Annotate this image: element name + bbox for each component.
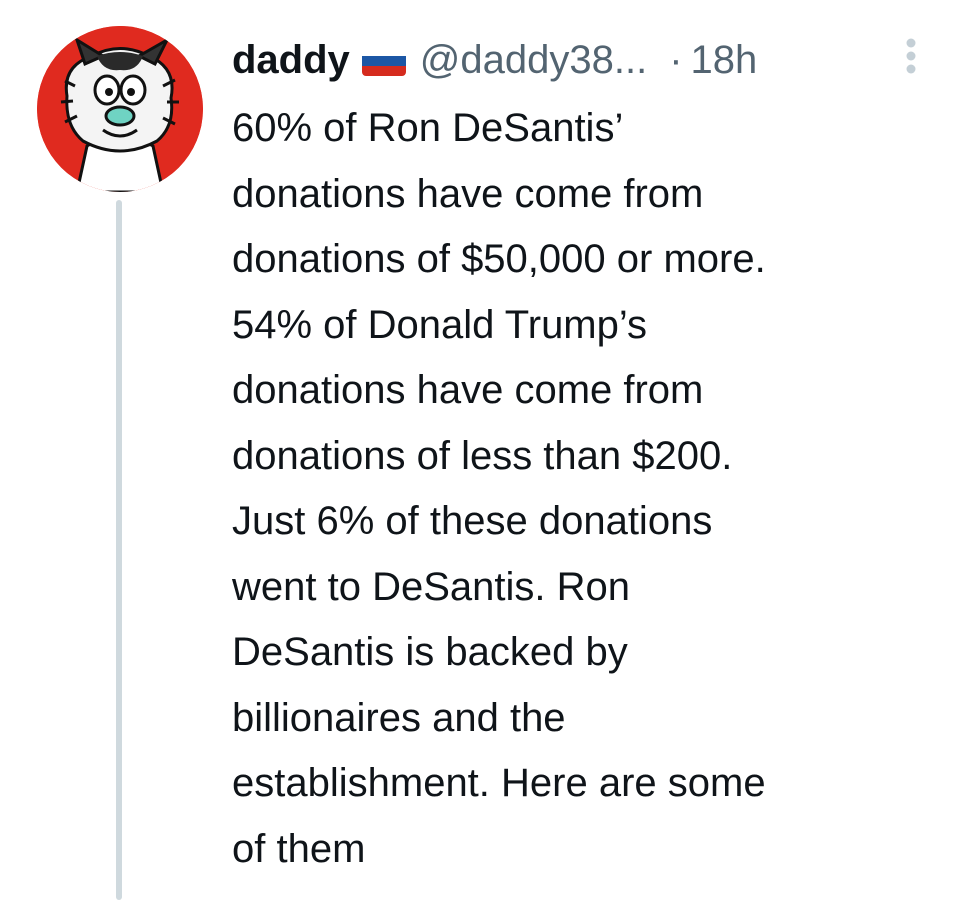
display-name[interactable]: daddy (232, 32, 350, 88)
timestamp[interactable]: 18h (691, 32, 758, 88)
tweet-header: daddy @daddy38... · 18h (232, 32, 757, 88)
tweet-text-line: establishment. Here are some (232, 761, 766, 805)
tweet-text-line: 54% of Donald Trump’s (232, 302, 648, 347)
tweet-text-line: donations of $50,000 or more. (232, 237, 766, 281)
tweet-text-line: Just 6% of these donations (232, 499, 713, 543)
separator-dot: · (669, 38, 683, 82)
thread-line (116, 200, 122, 900)
cartoon-cat-avatar-icon (37, 26, 203, 192)
tweet-text: 60% of Ron DeSantis’ donations have come… (232, 96, 942, 882)
tweet[interactable]: daddy @daddy38... · 18h 60% of Ron DeSan… (0, 0, 960, 900)
tweet-text-line: donations of less than $200. (232, 433, 733, 478)
tweet-text-line: went to DeSantis. Ron (232, 564, 630, 609)
tweet-text-line: 60% of Ron DeSantis’ (232, 106, 624, 150)
russian-flag-icon (361, 46, 406, 76)
vertical-ellipsis-icon[interactable] (899, 36, 923, 76)
tweet-text-line: donations have come from (232, 171, 704, 216)
tweet-text-line: DeSantis is backed by (232, 630, 628, 674)
tweet-text-line: donations have come from (232, 368, 704, 412)
avatar[interactable] (37, 26, 203, 192)
tweet-text-line: billionaires and the (232, 695, 566, 740)
user-handle[interactable]: @daddy38... (420, 32, 647, 88)
tweet-text-line: of them (232, 826, 366, 871)
